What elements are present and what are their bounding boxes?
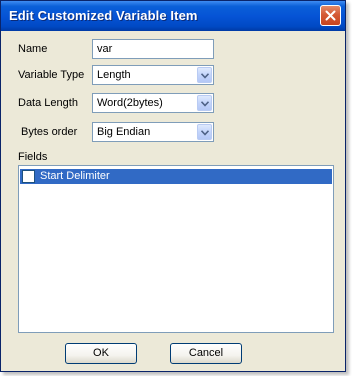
data-length-value: Word(2bytes) [97,97,163,109]
list-item[interactable]: Start Delimiter [20,169,332,184]
bytes-order-dropdown-button[interactable] [197,124,212,140]
data-length-dropdown-button[interactable] [197,95,212,111]
name-label: Name [18,43,48,55]
bytes-order-label: Bytes order [21,126,78,138]
bytes-order-value: Big Endian [97,126,151,138]
name-input-value: var [97,43,113,55]
close-button[interactable] [320,5,341,26]
chevron-down-icon [201,101,209,107]
list-item-label: Start Delimiter [40,170,110,182]
variable-type-value: Length [97,69,131,81]
fields-label: Fields [18,151,48,163]
name-input[interactable]: var [92,39,214,59]
chevron-down-icon [201,73,209,79]
dialog-window: Edit Customized Variable Item Name var V… [0,0,346,372]
list-item-checkbox[interactable] [22,170,35,183]
variable-type-label: Variable Type [18,69,85,81]
data-length-label: Data Length [18,97,78,109]
variable-type-dropdown-button[interactable] [197,67,212,83]
ok-button[interactable]: OK [65,343,137,364]
close-icon [325,10,336,21]
title-bar[interactable]: Edit Customized Variable Item [1,1,345,31]
bytes-order-select[interactable]: Big Endian [92,122,214,142]
fields-list[interactable]: Start Delimiter [18,165,334,333]
cancel-button[interactable]: Cancel [170,343,242,364]
chevron-down-icon [201,130,209,136]
data-length-select[interactable]: Word(2bytes) [92,93,214,113]
variable-type-select[interactable]: Length [92,65,214,85]
dialog-title: Edit Customized Variable Item [9,8,198,23]
